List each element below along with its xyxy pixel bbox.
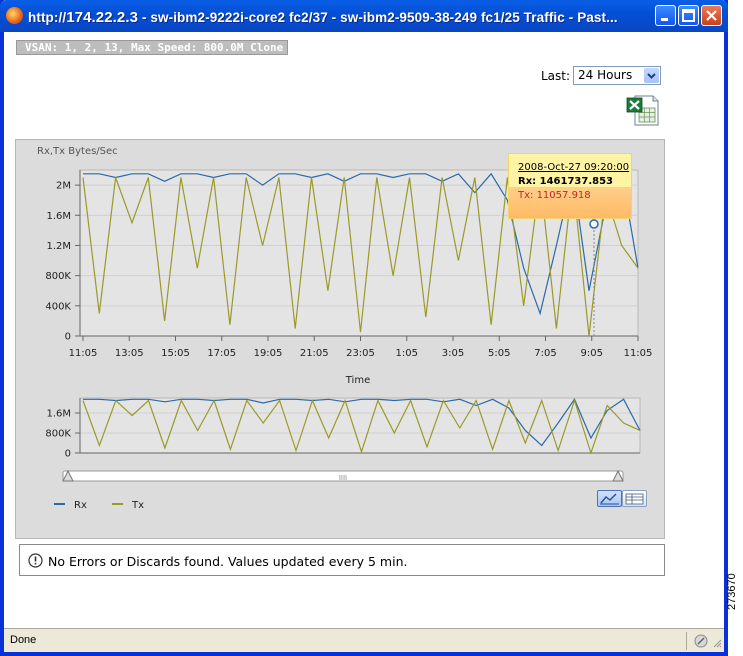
status-separator bbox=[686, 632, 687, 650]
chart-view-button[interactable] bbox=[597, 490, 622, 507]
title-ip: 174.22.2.3 bbox=[66, 9, 139, 26]
last-label: Last: bbox=[541, 69, 571, 83]
title-prefix: http:// bbox=[28, 10, 67, 25]
maximize-button[interactable] bbox=[678, 5, 699, 26]
y-axis-title: Rx,Tx Bytes/Sec bbox=[37, 146, 118, 157]
main-x-tick-label: 11:05 bbox=[69, 348, 98, 359]
main-y-tick-label: 1.2M bbox=[46, 241, 71, 252]
table-view-icon bbox=[625, 493, 644, 505]
vsan-label: VSAN: 1, 2, 13, Max Speed: 800.0M Clone bbox=[16, 40, 288, 55]
main-x-tick-label: 17:05 bbox=[207, 348, 236, 359]
overview-y-tick-label: 800K bbox=[45, 429, 71, 440]
excel-export-icon[interactable] bbox=[625, 94, 659, 126]
hover-point bbox=[589, 219, 599, 229]
minimize-button[interactable] bbox=[655, 5, 676, 26]
main-x-tick-label: 3:05 bbox=[442, 348, 464, 359]
legend-rx-label: Rx bbox=[74, 500, 87, 511]
legend-tx-label: Tx bbox=[131, 500, 144, 511]
chevron-down-icon[interactable] bbox=[644, 68, 659, 83]
main-y-tick-label: 0 bbox=[65, 332, 71, 343]
main-x-tick-label: 21:05 bbox=[300, 348, 329, 359]
figure-number: 273670 bbox=[726, 573, 738, 610]
status-text: Done bbox=[10, 634, 37, 646]
resize-grip-icon[interactable] bbox=[712, 638, 722, 648]
info-icon bbox=[28, 553, 43, 568]
main-x-tick-label: 5:05 bbox=[488, 348, 510, 359]
security-icon[interactable] bbox=[694, 634, 708, 648]
main-y-tick-label: 1.6M bbox=[46, 211, 71, 222]
chart-view-icon bbox=[600, 493, 619, 505]
main-x-tick-label: 15:05 bbox=[161, 348, 190, 359]
main-x-tick-label: 19:05 bbox=[254, 348, 283, 359]
browser-window: http://174.22.2.3 - sw-ibm2-9222i-core2 … bbox=[0, 0, 728, 656]
firefox-icon bbox=[6, 7, 23, 24]
main-x-tick-label: 9:05 bbox=[581, 348, 603, 359]
tooltip-tx: Tx: 11057.918 bbox=[518, 190, 591, 201]
status-message: No Errors or Discards found. Values upda… bbox=[48, 554, 408, 569]
close-button[interactable] bbox=[701, 5, 722, 26]
maximize-icon bbox=[682, 9, 695, 22]
title-bar[interactable]: http://174.22.2.3 - sw-ibm2-9222i-core2 … bbox=[0, 0, 728, 32]
table-view-button[interactable] bbox=[622, 490, 647, 507]
page-content: VSAN: 1, 2, 13, Max Speed: 800.0M Clone … bbox=[4, 32, 724, 652]
main-y-tick-label: 800K bbox=[45, 271, 71, 282]
scrollbar-grip: IIII bbox=[339, 474, 347, 482]
overview-y-tick-label: 1.6M bbox=[46, 409, 71, 420]
browser-status-bar: Done bbox=[4, 628, 724, 652]
title-rest: - sw-ibm2-9222i-core2 fc2/37 - sw-ibm2-9… bbox=[138, 10, 618, 25]
time-range-select[interactable]: 24 Hours bbox=[573, 66, 661, 85]
main-y-tick-label: 400K bbox=[45, 301, 71, 312]
chart-panel: Rx,Tx Bytes/Sec 0 400K 800K 1.2M 1.6M 2M 11:05 1… bbox=[15, 139, 665, 539]
tooltip-date: 2008-Oct-27 09:20:00 bbox=[518, 162, 630, 173]
main-x-tick-label: 13:05 bbox=[115, 348, 144, 359]
close-icon bbox=[706, 10, 717, 21]
window-title: http://174.22.2.3 - sw-ibm2-9222i-core2 … bbox=[28, 9, 618, 26]
x-axis-title: Time bbox=[345, 375, 370, 386]
status-message-box: No Errors or Discards found. Values upda… bbox=[19, 544, 665, 576]
main-y-tick-label: 2M bbox=[56, 181, 71, 192]
overview-y-tick-label: 0 bbox=[65, 449, 71, 460]
data-tooltip: 2008-Oct-27 09:20:00 Rx: 1461737.853 Tx:… bbox=[508, 153, 632, 219]
minimize-icon bbox=[661, 18, 668, 21]
main-x-tick-label: 1:05 bbox=[396, 348, 418, 359]
main-x-tick-label: 7:05 bbox=[534, 348, 556, 359]
tooltip-rx: Rx: 1461737.853 bbox=[518, 176, 614, 187]
main-x-tick-label: 23:05 bbox=[346, 348, 375, 359]
main-x-tick-label: 11:05 bbox=[624, 348, 653, 359]
time-range-value: 24 Hours bbox=[578, 68, 633, 82]
